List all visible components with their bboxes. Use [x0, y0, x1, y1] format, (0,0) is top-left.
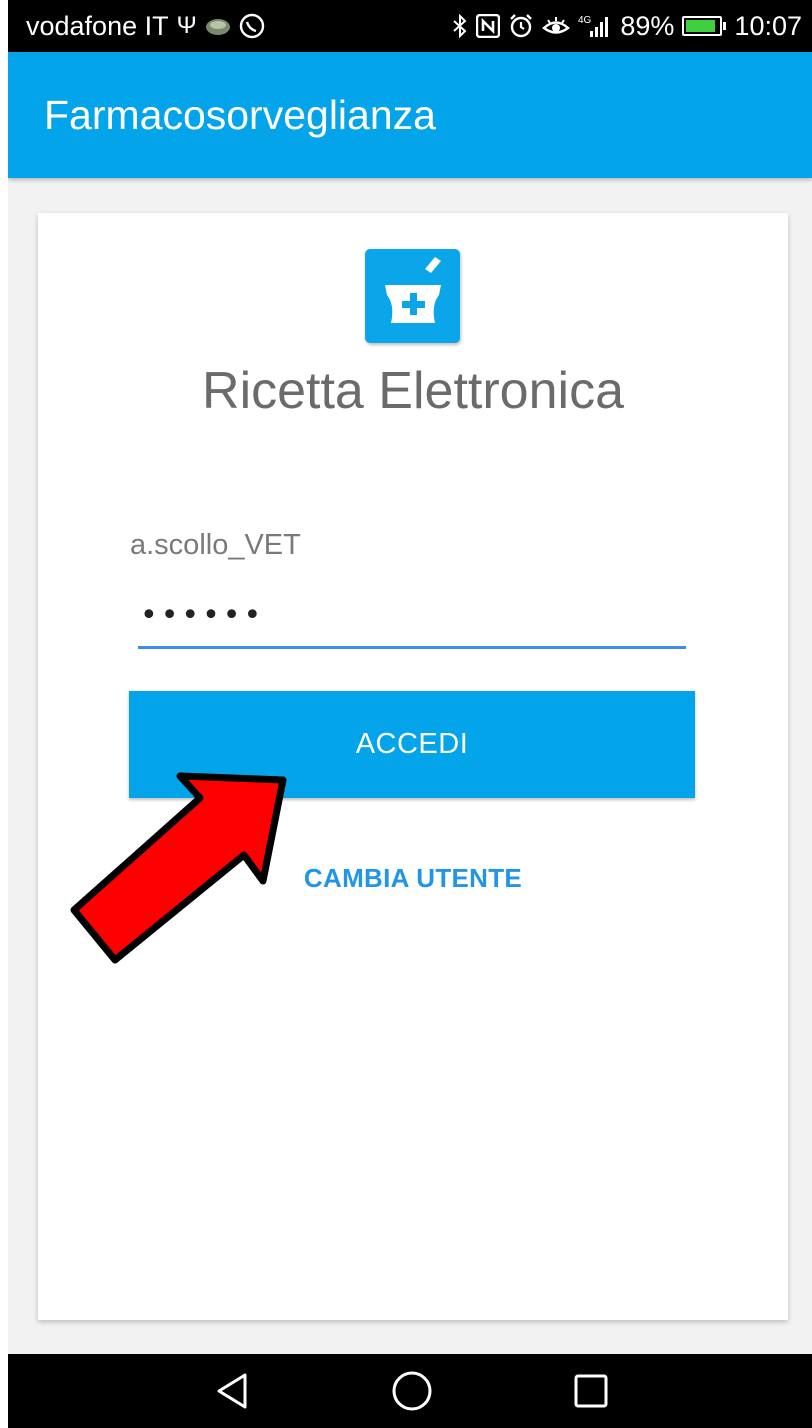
carrier-label: vodafone IT [26, 10, 169, 41]
network-type-label: 4G [578, 15, 592, 26]
usb-icon: Ψ [176, 12, 197, 39]
clock: 10:07 [734, 10, 802, 41]
red-arrow-annotation [70, 772, 287, 964]
back-icon[interactable] [193, 1354, 273, 1428]
app-bar: Farmacosorveglianza [8, 52, 812, 178]
username-label: a.scollo_VET [130, 529, 301, 561]
recents-icon[interactable] [551, 1354, 631, 1428]
status-bar-left: vodafone IT Ψ [26, 11, 265, 42]
change-user-button[interactable]: CAMBIA UTENTE [278, 853, 548, 903]
phone-screen: vodafone IT Ψ 4G 89% 10:07 Farmacosorveg… [8, 0, 812, 1428]
password-field[interactable] [138, 585, 686, 649]
whatsapp-icon [239, 13, 265, 39]
app-title: Farmacosorveglianza [44, 92, 436, 138]
bluetooth-icon [452, 14, 468, 38]
eye-icon [542, 15, 571, 37]
battery-icon [682, 16, 727, 36]
login-heading: Ricetta Elettronica [202, 362, 624, 420]
mortar-pestle-plus-icon [365, 249, 460, 343]
signal-4g-icon: 4G [578, 13, 612, 39]
status-bar: vodafone IT Ψ 4G 89% 10:07 [8, 0, 812, 52]
cloud-sync-icon [205, 16, 231, 36]
alarm-icon [508, 13, 534, 39]
status-bar-right: 4G 89% 10:07 [452, 11, 802, 42]
battery-percent: 89% [620, 10, 675, 41]
navigation-bar [8, 1354, 812, 1428]
home-icon[interactable] [372, 1354, 452, 1428]
nfc-icon [476, 14, 501, 38]
